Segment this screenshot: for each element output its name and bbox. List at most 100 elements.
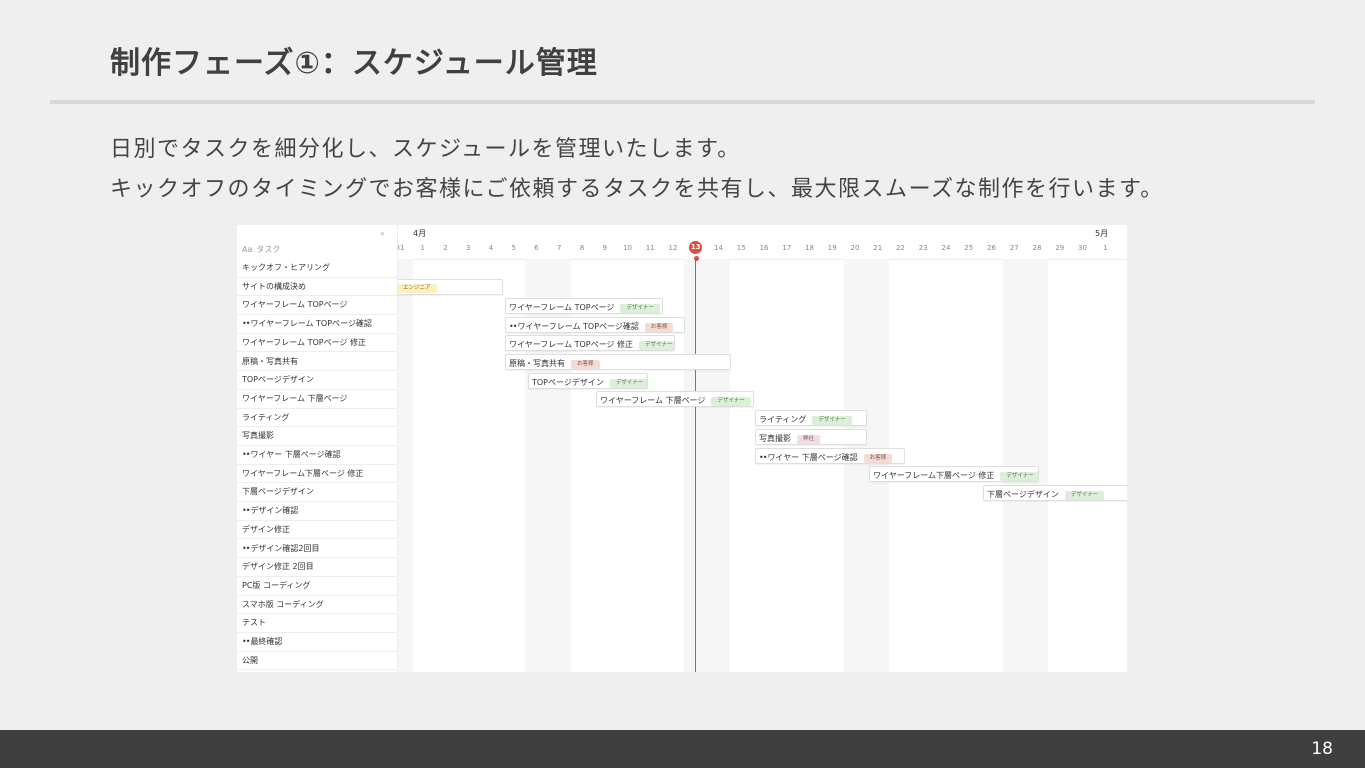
task-column-header[interactable]: Aa タスク: [242, 244, 280, 255]
task-row-label: ••デザイン確認2回目: [242, 543, 320, 554]
gantt-bar[interactable]: ライティング デザイナー: [755, 410, 867, 427]
gantt-bar-label: ワイヤーフレーム 下層ページ デザイナー: [600, 395, 751, 407]
gantt-bar-label: TOPページデザイン デザイナー: [532, 377, 647, 388]
task-name: デザイン修正 2回目: [242, 562, 314, 572]
task-row-label: ワイヤーフレーム TOPページ 修正: [242, 337, 366, 348]
gantt-bar[interactable]: ワイヤーフレーム下層ページ 修正 デザイナー: [869, 466, 1039, 483]
task-row[interactable]: ワイヤーフレーム下層ページ 修正: [237, 465, 397, 484]
gantt-bar[interactable]: エンジニア: [393, 279, 503, 296]
task-row[interactable]: ••デザイン確認: [237, 502, 397, 521]
today-marker: 13: [689, 241, 703, 254]
task-row-label: サイトの構成決め: [242, 281, 306, 292]
task-row-label: デザイン修正: [242, 524, 290, 535]
day-label: 2: [443, 244, 448, 252]
task-name: 原稿・写真共有: [242, 356, 298, 366]
assignee-tag: デザイナー: [620, 303, 660, 313]
task-row[interactable]: 公開: [237, 652, 397, 671]
gantt-bar-label: ワイヤーフレーム TOPページ 修正 デザイナー: [509, 339, 674, 351]
assignee-tag: デザイナー: [711, 397, 751, 407]
assignee-tag: 弊社: [797, 434, 821, 444]
footer-bar: 18: [0, 730, 1365, 768]
task-row[interactable]: デザイン修正: [237, 521, 397, 540]
task-row[interactable]: PC版 コーディング: [237, 577, 397, 596]
aa-icon: Aa: [242, 245, 253, 254]
task-name: ワイヤーフレーム TOPページ: [242, 300, 348, 310]
day-label: 29: [1055, 244, 1065, 252]
eyes-icon: ••: [242, 450, 251, 459]
gantt-bar[interactable]: ワイヤーフレーム 下層ページ デザイナー: [596, 391, 754, 408]
task-name: ワイヤーフレーム TOPページ確認: [250, 319, 372, 329]
task-name: TOPページデザイン: [242, 375, 314, 385]
task-name: 写真撮影: [242, 431, 274, 441]
gantt-bar[interactable]: 原稿・写真共有 お客様: [505, 354, 731, 370]
day-label: 4: [488, 244, 494, 252]
eyes-icon: ••: [759, 452, 768, 462]
task-row[interactable]: ワイヤーフレーム TOPページ: [237, 296, 397, 316]
today-line: [695, 258, 697, 672]
task-row[interactable]: 原稿・写真共有: [237, 353, 397, 372]
day-label: 11: [645, 244, 655, 252]
gantt-bar[interactable]: TOPページデザイン デザイナー: [528, 372, 648, 389]
task-row[interactable]: 写真撮影: [237, 427, 397, 446]
task-row-label: スマホ版 コーディング: [242, 599, 324, 610]
task-row[interactable]: ワイヤーフレーム 下層ページ: [237, 390, 397, 409]
gantt-bar[interactable]: ワイヤーフレーム TOPページ 修正 デザイナー: [505, 335, 675, 352]
gantt-bar[interactable]: 下層ページデザイン デザイナー: [983, 484, 1127, 501]
task-row-label: 下層ページデザイン: [242, 486, 314, 497]
task-name: スマホ版 コーディング: [242, 599, 324, 609]
task-row[interactable]: スマホ版 コーディング: [237, 596, 397, 615]
task-row-label: ••最終確認: [242, 636, 282, 647]
month-label-may: 5月: [1095, 229, 1109, 238]
day-label: 6: [534, 244, 539, 252]
gantt-bar-label: 下層ページデザイン デザイナー: [987, 489, 1105, 500]
day-label: 25: [964, 244, 974, 252]
task-row-label: ••デザイン確認: [242, 505, 298, 516]
task-row[interactable]: キックオフ・ヒアリング: [237, 259, 397, 278]
gantt-bar[interactable]: 写真撮影 弊社: [755, 428, 867, 445]
task-row[interactable]: ライティング: [237, 409, 397, 428]
task-row[interactable]: ••ワイヤーフレーム TOPページ確認: [237, 315, 397, 334]
day-label: 19: [827, 244, 837, 252]
day-label: 7: [557, 244, 562, 252]
day-label: 9: [602, 244, 607, 252]
task-row[interactable]: サイトの構成決め: [237, 278, 397, 297]
task-row[interactable]: 下層ページデザイン: [237, 483, 397, 503]
task-row-label: キックオフ・ヒアリング: [242, 262, 330, 273]
description-line-1: 日別でタスクを細分化し、スケジュールを管理いたします。: [110, 137, 741, 162]
day-label: 3: [466, 244, 471, 252]
task-row[interactable]: ワイヤーフレーム TOPページ 修正: [237, 334, 397, 353]
task-row[interactable]: デザイン修正 2回目: [237, 558, 397, 577]
task-row-label: 公開: [242, 655, 258, 666]
gantt-bar-text: ワイヤーフレーム TOPページ: [509, 302, 615, 312]
task-row-label: ••ワイヤー 下層ページ確認: [242, 449, 341, 460]
task-row[interactable]: ••ワイヤー 下層ページ確認: [237, 446, 397, 465]
task-row-label: 原稿・写真共有: [242, 356, 298, 367]
collapse-icon[interactable]: «: [380, 229, 385, 238]
gantt-bar-text: 下層ページデザイン: [987, 489, 1059, 499]
task-name: ワイヤーフレーム TOPページ 修正: [242, 337, 366, 347]
task-name: デザイン確認: [250, 506, 299, 516]
task-name: ワイヤーフレーム下層ページ 修正: [242, 468, 364, 478]
day-label: 1: [1103, 244, 1108, 252]
eyes-icon: ••: [242, 319, 251, 329]
task-row-label: ワイヤーフレーム TOPページ: [242, 299, 347, 310]
gantt-bar[interactable]: ••ワイヤー 下層ページ確認 お客様: [755, 447, 905, 464]
day-label: 15: [736, 244, 746, 252]
title-divider: [50, 100, 1315, 104]
task-name: 最終確認: [250, 637, 283, 646]
task-row[interactable]: ••デザイン確認2回目: [237, 540, 397, 559]
day-label: 23: [918, 244, 928, 252]
task-column-title: タスク: [256, 245, 281, 254]
task-name: 公開: [242, 655, 258, 665]
gantt-bar-label: ••ワイヤーフレーム TOPページ確認 お客様: [509, 321, 674, 332]
task-row[interactable]: テスト: [237, 614, 397, 633]
task-row[interactable]: ••最終確認: [237, 633, 397, 652]
gantt-bar[interactable]: ••ワイヤーフレーム TOPページ確認 お客様: [505, 316, 685, 333]
task-row[interactable]: TOPページデザイン: [237, 371, 397, 390]
eyes-icon: ••: [242, 637, 251, 646]
day-label: 17: [782, 244, 792, 252]
page-number: 18: [1311, 739, 1333, 759]
gantt-bar[interactable]: ワイヤーフレーム TOPページ デザイナー: [505, 297, 663, 314]
assignee-tag: お客様: [644, 322, 674, 332]
gantt-bar-text: TOPページデザイン: [532, 377, 604, 387]
